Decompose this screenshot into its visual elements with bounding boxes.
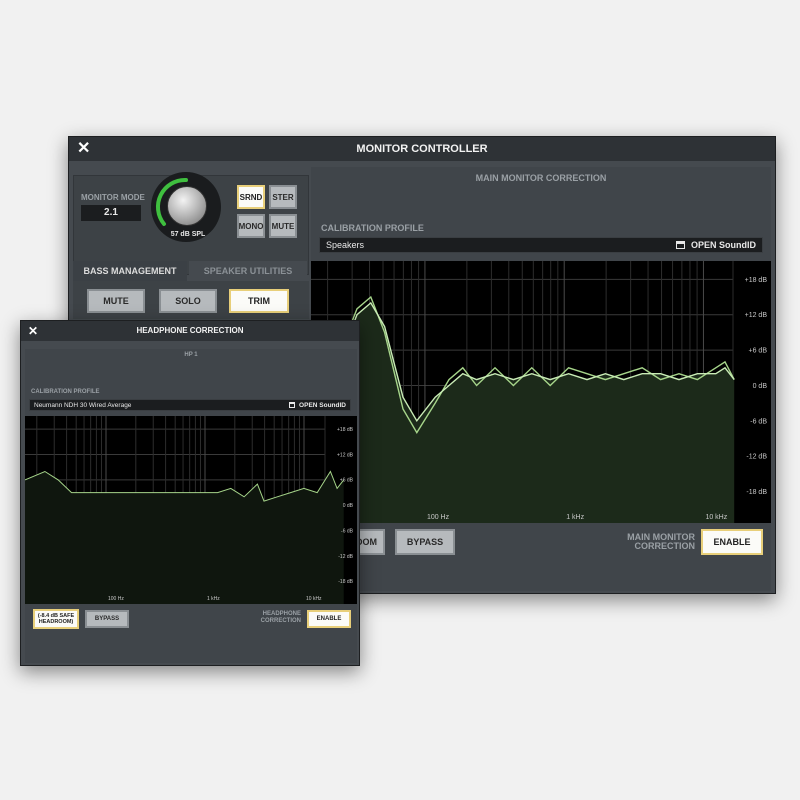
hp-correction-label: HEADPHONE CORRECTION: [235, 611, 301, 625]
hp-correction-line-2: CORRECTION: [260, 618, 301, 624]
monitor-mode-label: MONITOR MODE: [81, 193, 145, 202]
bass-solo-button[interactable]: SOLO: [159, 289, 217, 313]
enable-button[interactable]: ENABLE: [701, 529, 763, 555]
mono-button[interactable]: MONO: [237, 214, 265, 238]
db-tick-label: -18 dB: [338, 579, 353, 585]
db-tick-label: -6 dB: [341, 528, 354, 534]
hp-headroom-line-2: HEADROOM): [38, 619, 74, 625]
hp-profile-dropdown[interactable]: Neumann NDH 30 Wired Average OPEN SoundI…: [29, 399, 351, 411]
hp-eq-plot: +18 dB +12 dB +6 dB 0 dB -6 dB -12 dB -18 dB 10…: [25, 416, 354, 604]
main-correction-title: MAIN MONITOR CORRECTION: [475, 173, 607, 183]
db-tick-label: +6 dB: [340, 478, 354, 484]
main-eq-plot: +18 dB +12 dB +6 dB 0 dB -6 dB -12 dB -18 dB 10…: [311, 261, 768, 523]
window-title: MONITOR CONTROLLER: [356, 143, 488, 155]
hp-window-title: HEADPHONE CORRECTION: [136, 326, 244, 335]
hp-headroom-button[interactable]: (-8.4 dB SAFE HEADROOM): [33, 609, 79, 629]
db-tick-label: +18 dB: [745, 277, 768, 284]
db-tick-label: +12 dB: [745, 312, 768, 319]
srnd-button[interactable]: SRND: [237, 185, 265, 209]
volume-knob[interactable]: [167, 186, 207, 226]
open-soundid-link[interactable]: OPEN SoundID: [676, 240, 756, 250]
calibration-profile-label: CALIBRATION PROFILE: [321, 223, 424, 233]
hp-correction-line-1: HEADPHONE: [262, 611, 301, 617]
db-tick-label: -12 dB: [746, 454, 767, 461]
ster-button[interactable]: STER: [269, 185, 297, 209]
open-soundid-label: OPEN SoundID: [691, 240, 756, 250]
tab-speaker-utilities[interactable]: SPEAKER UTILITIES: [189, 261, 307, 281]
tab-bass-management[interactable]: BASS MANAGEMENT: [73, 261, 187, 281]
db-tick-label: 0 dB: [753, 383, 768, 390]
db-tick-label: -6 dB: [750, 418, 767, 425]
calibration-profile-dropdown[interactable]: Speakers OPEN SoundID: [319, 237, 763, 253]
monitor-mode-select[interactable]: 2.1: [81, 205, 141, 221]
window-icon: [289, 402, 296, 408]
bass-mute-button[interactable]: MUTE: [87, 289, 145, 313]
headphone-correction-window: ✕ HEADPHONE CORRECTION HP 1 CALIBRATION …: [20, 320, 360, 666]
freq-tick-label: 1 kHz: [566, 514, 584, 521]
mute-mode-button[interactable]: MUTE: [269, 214, 297, 238]
hp-profile-name: Neumann NDH 30 Wired Average: [34, 401, 132, 409]
hp-open-soundid-label: OPEN SoundID: [299, 401, 346, 409]
freq-tick-label: 100 Hz: [108, 596, 124, 602]
hp-open-soundid-link[interactable]: OPEN SoundID: [289, 402, 346, 409]
close-icon[interactable]: ✕: [77, 137, 90, 161]
bass-trim-button[interactable]: TRIM: [229, 289, 289, 313]
hp-eq-graph: +18 dB +12 dB +6 dB 0 dB -6 dB -12 dB -18 dB 10…: [25, 416, 357, 604]
db-tick-label: +12 dB: [337, 452, 354, 458]
spl-readout: 57 dB SPL: [170, 231, 206, 238]
db-tick-label: +6 dB: [749, 348, 768, 355]
db-tick-label: +18 dB: [337, 427, 354, 433]
db-tick-label: 0 dB: [343, 503, 354, 509]
hp-bypass-button[interactable]: BYPASS: [85, 610, 129, 628]
hp-calibration-label: CALIBRATION PROFILE: [31, 389, 100, 395]
db-tick-label: -12 dB: [338, 554, 353, 560]
close-icon[interactable]: ✕: [28, 321, 38, 341]
correction-label-line-2: CORRECTION: [634, 541, 696, 551]
hp-titlebar: ✕ HEADPHONE CORRECTION: [21, 321, 359, 341]
freq-tick-label: 10 kHz: [705, 514, 727, 521]
hp-enable-button[interactable]: ENABLE: [307, 610, 351, 628]
main-monitor-correction-label: MAIN MONITOR CORRECTION: [625, 533, 695, 551]
freq-tick-label: 1 kHz: [207, 596, 220, 602]
window-icon: [676, 241, 685, 249]
db-tick-label: -18 dB: [746, 489, 767, 496]
bypass-button[interactable]: BYPASS: [395, 529, 455, 555]
main-titlebar: ✕ MONITOR CONTROLLER: [69, 137, 775, 161]
profile-name: Speakers: [326, 240, 365, 250]
freq-tick-label: 100 Hz: [427, 514, 450, 521]
main-eq-graph: +18 dB +12 dB +6 dB 0 dB -6 dB -12 dB -18 dB 10…: [311, 261, 771, 523]
hp-output-label: HP 1: [184, 352, 198, 358]
freq-tick-label: 10 kHz: [306, 596, 322, 602]
